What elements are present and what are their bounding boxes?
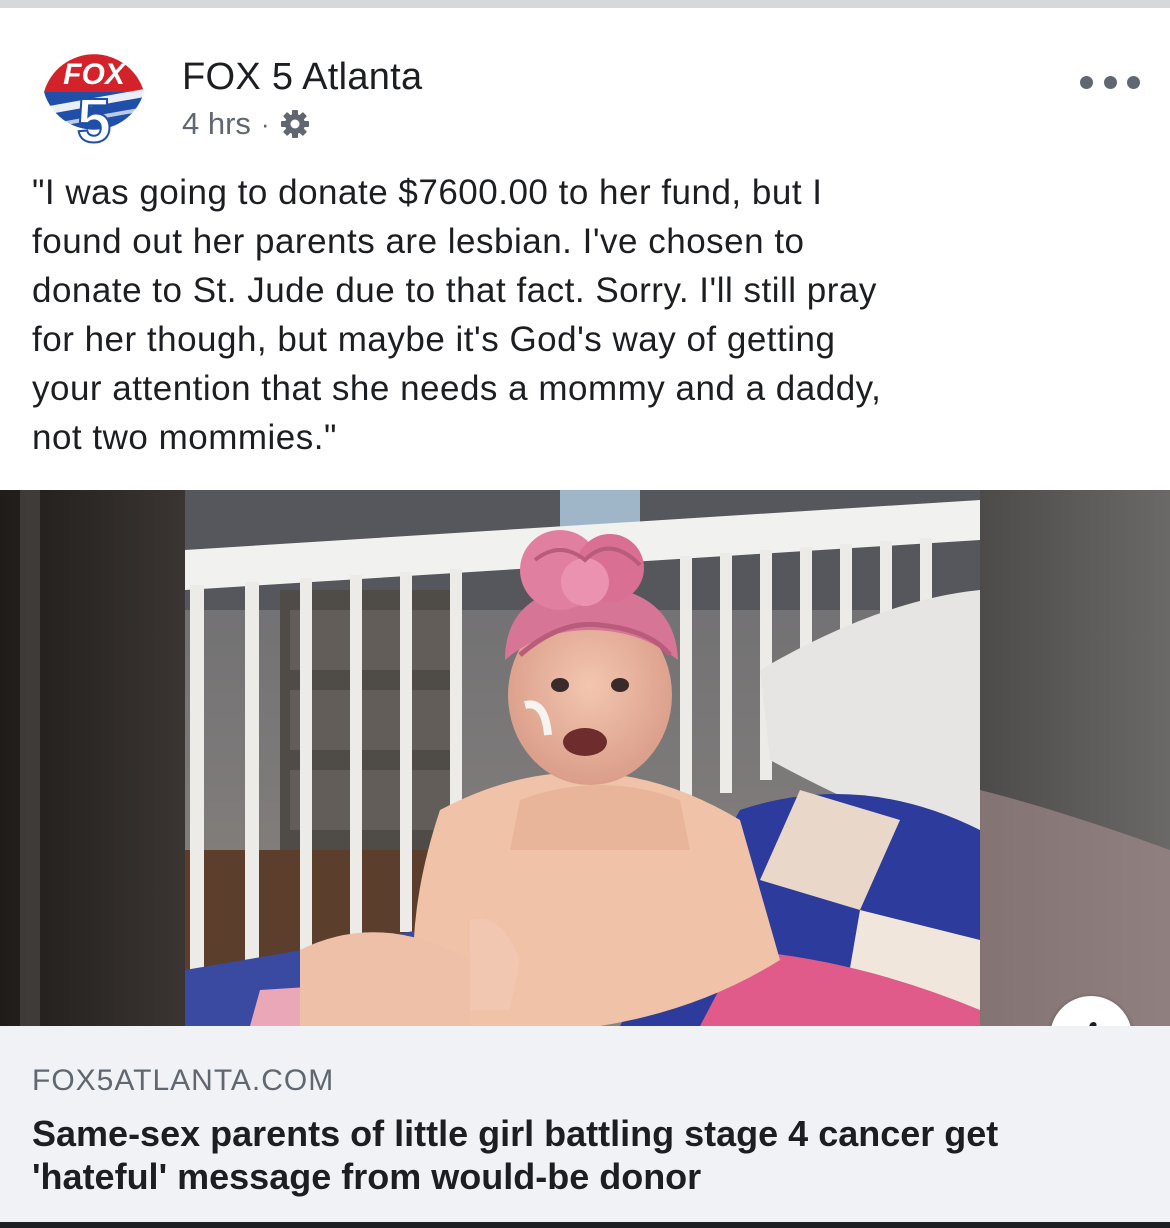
hospital-photo-image	[0, 490, 1170, 1026]
link-domain: FOX5ATLANTA.COM	[32, 1064, 335, 1097]
post-timestamp[interactable]: 4 hrs	[182, 106, 251, 142]
fox5-logo[interactable]: FOX 5	[30, 40, 158, 157]
bottom-divider	[0, 1222, 1170, 1228]
link-preview-card[interactable]: FOX5ATLANTA.COM Same-sex parents of litt…	[0, 1026, 1170, 1222]
more-dot	[1103, 75, 1117, 89]
post-meta: 4 hrs ·	[182, 106, 310, 142]
post-message: "I was going to donate $7600.00 to her f…	[32, 173, 882, 457]
logo-number-text: 5	[77, 87, 111, 156]
more-dot	[1127, 75, 1140, 89]
link-title[interactable]: Same-sex parents of little girl battling…	[32, 1112, 1142, 1198]
fox5-logo-icon: FOX 5	[38, 48, 150, 157]
meta-separator: ·	[260, 108, 270, 139]
post-header: FOX 5 FOX 5 Atlanta 4 hrs ·	[0, 8, 1170, 158]
gear-icon[interactable]	[280, 109, 310, 139]
top-divider	[0, 0, 1170, 8]
more-options-icon[interactable]	[1080, 72, 1140, 92]
page-name-link[interactable]: FOX 5 Atlanta	[182, 56, 422, 99]
more-dot	[1080, 75, 1093, 89]
post-photo[interactable]	[0, 490, 1170, 1026]
